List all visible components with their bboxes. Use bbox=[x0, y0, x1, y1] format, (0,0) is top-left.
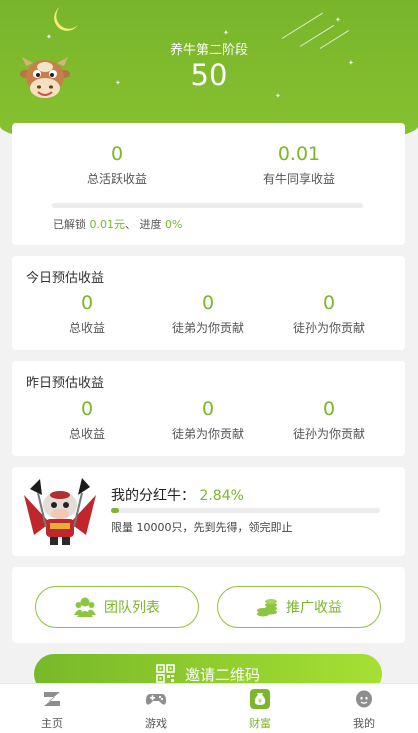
dividend-bull-icon bbox=[24, 478, 96, 545]
dividend-bull-card[interactable]: 我的分红牛： 2.84% 限量 10000只，先到先得，领完即止 bbox=[12, 467, 405, 556]
home-icon bbox=[44, 692, 60, 706]
shared-income: 0.01 有牛同享收益 bbox=[239, 143, 359, 187]
unlocked-prefix: 已解锁 bbox=[53, 218, 86, 231]
invite-qr-label: 邀请二维码 bbox=[184, 666, 260, 684]
tab-mine-label: 我的 bbox=[353, 717, 375, 730]
tab-home[interactable]: 主页 bbox=[0, 684, 104, 733]
yesterday-title: 昨日预估收益 bbox=[26, 376, 105, 391]
tab-home-label: 主页 bbox=[41, 717, 63, 730]
yesterday-apprentice: 0 徒弟为你贡献 bbox=[153, 398, 263, 442]
total-active-income-label: 总活跃收益 bbox=[86, 172, 147, 186]
yesterday-total: 0 总收益 bbox=[32, 398, 142, 442]
shared-income-label: 有牛同享收益 bbox=[262, 172, 335, 186]
summary-card: 0 总活跃收益 0.01 有牛同享收益 已解锁 0.01元、 进度 0% bbox=[12, 123, 405, 245]
team-list-label: 团队列表 bbox=[104, 600, 160, 616]
bottom-tab-bar: 主页 游戏 ¥ 财富 我的 bbox=[0, 683, 418, 733]
tab-games[interactable]: 游戏 bbox=[104, 684, 208, 733]
yesterday-total-label: 总收益 bbox=[68, 427, 105, 441]
yesterday-apprentice-label: 徒弟为你贡献 bbox=[171, 427, 244, 441]
star-icon: ✦ bbox=[335, 16, 341, 24]
coins-icon bbox=[257, 599, 277, 617]
today-grand-apprentice-label: 徒孙为你贡献 bbox=[292, 321, 365, 335]
actions-card: 团队列表 推广收益 bbox=[12, 567, 405, 643]
dividend-note: 限量 10000只，先到先得，领完即止 bbox=[111, 521, 293, 534]
unlock-status: 已解锁 0.01元、 进度 0% bbox=[53, 216, 182, 232]
yesterday-total-value: 0 bbox=[80, 398, 94, 420]
today-total-label: 总收益 bbox=[68, 321, 105, 335]
star-icon: ✦ bbox=[275, 92, 281, 100]
yesterday-grand-apprentice-value: 0 bbox=[322, 398, 336, 420]
profile-icon bbox=[356, 690, 372, 708]
progress-prefix: 、 进度 bbox=[125, 218, 162, 231]
tab-mine[interactable]: 我的 bbox=[312, 684, 416, 733]
today-grand-apprentice: 0 徒孙为你贡献 bbox=[274, 292, 384, 336]
yesterday-apprentice-value: 0 bbox=[201, 398, 215, 420]
moon-icon bbox=[54, 7, 78, 31]
today-income-card: 今日预估收益 0 总收益 0 徒弟为你贡献 0 徒孙为你贡献 bbox=[12, 256, 405, 350]
yesterday-grand-apprentice: 0 徒孙为你贡献 bbox=[274, 398, 384, 442]
dividend-progress-fill bbox=[111, 508, 119, 513]
cow-avatar-icon bbox=[20, 57, 70, 98]
tab-wealth[interactable]: ¥ 财富 bbox=[208, 684, 312, 733]
progress-value: 0% bbox=[165, 218, 183, 231]
dividend-title: 我的分红牛： 2.84% bbox=[111, 485, 244, 505]
dividend-title-label: 我的分红牛： bbox=[111, 488, 195, 504]
tab-games-label: 游戏 bbox=[145, 717, 167, 730]
dividend-progress-bar bbox=[111, 508, 380, 513]
yesterday-income-card: 昨日预估收益 0 总收益 0 徒弟为你贡献 0 徒孙为你贡献 bbox=[12, 361, 405, 456]
shared-income-value: 0.01 bbox=[277, 143, 321, 165]
today-total-value: 0 bbox=[80, 292, 94, 314]
promo-income-label: 推广收益 bbox=[286, 600, 342, 616]
today-apprentice-label: 徒弟为你贡献 bbox=[171, 321, 244, 335]
today-apprentice: 0 徒弟为你贡献 bbox=[153, 292, 263, 336]
unlock-progress-bar bbox=[52, 203, 363, 208]
total-active-income-value: 0 bbox=[110, 143, 124, 165]
today-title: 今日预估收益 bbox=[26, 271, 105, 286]
gamepad-icon bbox=[146, 694, 166, 705]
star-icon: ✦ bbox=[223, 29, 229, 37]
total-active-income: 0 总活跃收益 bbox=[67, 143, 167, 187]
team-list-button[interactable]: 团队列表 bbox=[35, 586, 199, 628]
svg-text:¥: ¥ bbox=[258, 698, 262, 705]
team-icon bbox=[74, 597, 96, 617]
qr-code-icon bbox=[156, 664, 175, 683]
promo-income-button[interactable]: 推广收益 bbox=[217, 586, 381, 628]
unlocked-amount: 0.01元 bbox=[89, 218, 126, 231]
wallet-icon: ¥ bbox=[250, 689, 270, 709]
yesterday-grand-apprentice-label: 徒孙为你贡献 bbox=[292, 427, 365, 441]
today-apprentice-value: 0 bbox=[201, 292, 215, 314]
dividend-percent: 2.84% bbox=[199, 488, 244, 504]
today-total: 0 总收益 bbox=[32, 292, 142, 336]
tab-wealth-label: 财富 bbox=[249, 717, 271, 730]
today-grand-apprentice-value: 0 bbox=[322, 292, 336, 314]
